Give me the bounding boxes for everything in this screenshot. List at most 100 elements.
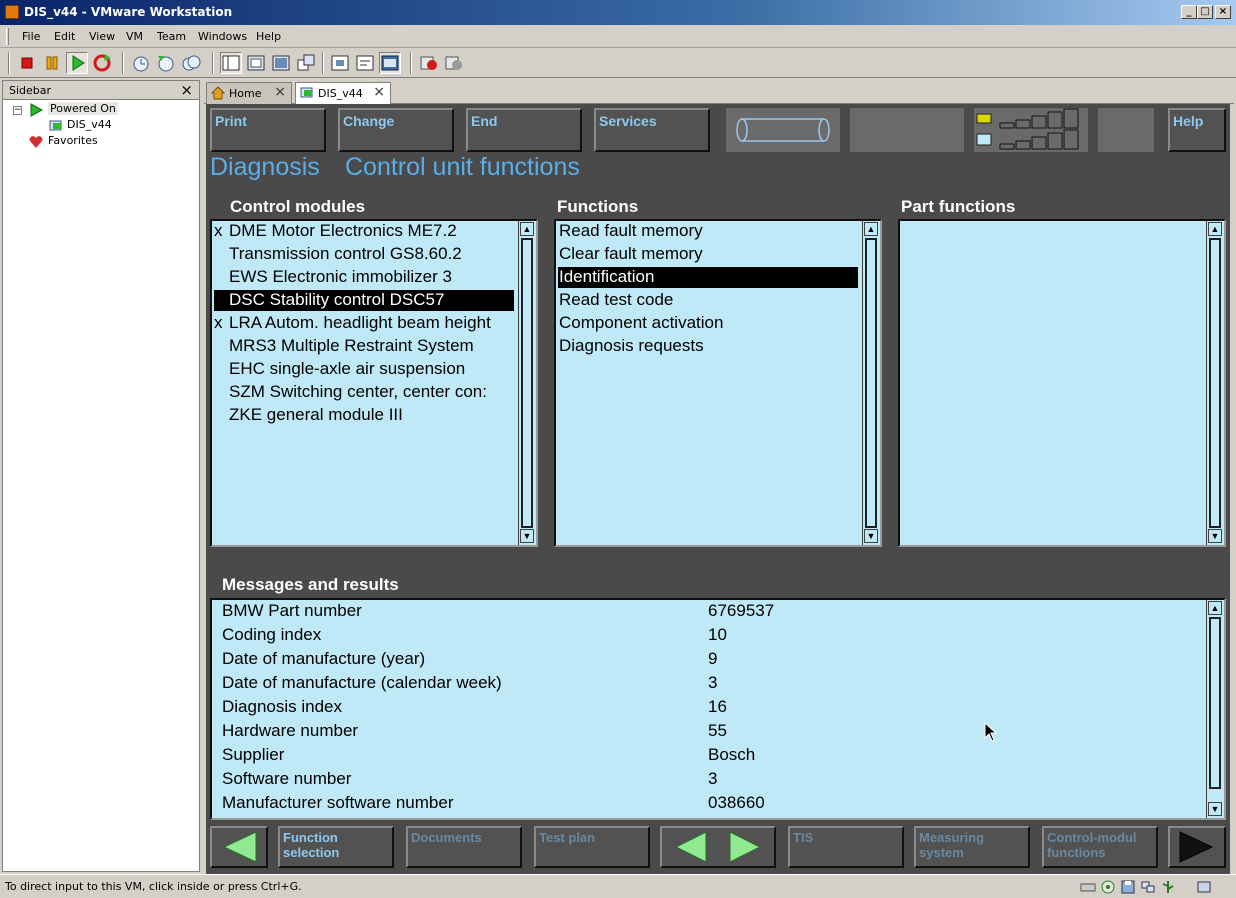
tis-button[interactable]: TIS [788,826,904,868]
list-item-selected[interactable]: Identification [558,267,858,288]
list-item[interactable]: MRS3 Multiple Restraint System [212,336,516,357]
list-item[interactable]: Read fault memory [556,221,860,242]
scroll-thumb[interactable] [865,238,877,528]
item-label: Clear fault memory [559,244,703,263]
menu-windows[interactable]: Windows [198,30,247,43]
list-item[interactable]: x DME Motor Electronics ME7.2 [212,221,516,242]
scroll-down-icon[interactable]: ▼ [1208,529,1222,543]
list-item[interactable]: x LRA Autom. headlight beam height [212,313,516,334]
collapse-expander-icon[interactable]: − [13,106,22,115]
scrollbar[interactable]: ▲ ▼ [862,221,880,545]
sidebar-item-vm[interactable]: DIS_v44 [49,118,189,134]
list-item[interactable]: EWS Electronic immobilizer 3 [212,267,516,288]
scroll-up-icon[interactable]: ▲ [1208,601,1222,615]
close-tab-icon[interactable]: × [373,84,385,100]
back-arrow-button[interactable] [210,826,268,868]
page-navigation-button[interactable] [660,826,776,868]
scroll-up-icon[interactable]: ▲ [1208,222,1222,236]
sidebar-item-favorites[interactable]: Favorites [29,134,189,150]
menu-view[interactable]: View [89,30,115,43]
scroll-thumb[interactable] [1209,238,1221,528]
record-icon[interactable] [418,52,440,74]
snapshot-manager-icon[interactable] [180,52,202,74]
revert-snapshot-icon[interactable] [155,52,177,74]
maximize-button[interactable]: □ [1197,5,1213,19]
title-bar[interactable]: DIS_v44 - VMware Workstation _ □ × [0,0,1236,25]
scroll-up-icon[interactable]: ▲ [520,222,534,236]
end-button[interactable]: End [466,108,582,152]
sidebar-panel: Sidebar × − Powered On DIS_v44 Favorites [2,80,200,872]
scroll-thumb[interactable] [521,238,533,528]
result-row: Coding index 10 [212,625,1202,649]
part-functions-list[interactable]: ▲ ▼ [898,219,1226,547]
toolbar-separator [410,52,412,74]
tab-home[interactable]: Home × [206,82,292,104]
network-icon[interactable] [1140,880,1156,894]
print-button[interactable]: Print [210,108,326,152]
sidebar-item-label: DIS_v44 [67,118,112,131]
snapshot-icon[interactable] [130,52,152,74]
list-item[interactable]: EHC single-axle air suspension [212,359,516,380]
control-module-functions-button[interactable]: Control-modul functions [1042,826,1158,868]
list-item[interactable]: Component activation [556,313,860,334]
list-item[interactable]: Diagnosis requests [556,336,860,357]
test-plan-button[interactable]: Test plan [534,826,650,868]
scroll-down-icon[interactable]: ▼ [864,529,878,543]
menu-edit[interactable]: Edit [54,30,75,43]
help-button[interactable]: Help [1168,108,1226,152]
scroll-down-icon[interactable]: ▼ [1208,802,1222,816]
result-value: 3 [708,673,718,692]
function-selection-button[interactable]: Function selection [278,826,394,868]
list-item-selected[interactable]: DSC Stability control DSC57 [214,290,514,311]
list-item[interactable]: ZKE general module III [212,405,516,426]
sidebar-item-powered-on[interactable]: Powered On [29,102,189,118]
menu-file[interactable]: File [22,30,40,43]
fullscreen-icon[interactable] [270,52,292,74]
replay-icon[interactable] [443,52,465,74]
menu-help[interactable]: Help [256,30,281,43]
messages-results-panel[interactable]: BMW Part number 6769537 Coding index 10 Da… [210,598,1226,820]
usb-icon[interactable] [1160,880,1176,894]
list-item[interactable]: SZM Switching center, center con: [212,382,516,403]
quick-switch-icon[interactable] [245,52,267,74]
measuring-system-button[interactable]: Measuring system [914,826,1030,868]
scrollbar[interactable]: ▲ ▼ [1206,600,1224,818]
item-label: DSC Stability control DSC57 [229,290,445,309]
close-button[interactable]: × [1215,5,1231,19]
menu-team[interactable]: Team [157,30,186,43]
scroll-down-icon[interactable]: ▼ [520,529,534,543]
list-item[interactable]: Transmission control GS8.60.2 [212,244,516,265]
hard-disk-icon[interactable] [1080,880,1096,894]
unity-icon[interactable] [295,52,317,74]
message-log-icon[interactable] [1196,880,1212,894]
control-modules-list[interactable]: x DME Motor Electronics ME7.2 Transmissio… [210,219,538,547]
suspend-icon[interactable] [41,52,63,74]
vm-console[interactable]: Print Change End Services Help Diagnosis… [206,104,1230,874]
sidebar-toggle-icon[interactable] [220,52,242,74]
status-bar: To direct input to this VM, click inside… [0,874,1236,898]
minimize-button[interactable]: _ [1181,5,1197,19]
functions-list[interactable]: Read fault memory Clear fault memory Ide… [554,219,882,547]
console-icon[interactable] [354,52,376,74]
documents-button[interactable]: Documents [406,826,522,868]
cd-rom-icon[interactable] [1100,880,1116,894]
menu-vm[interactable]: VM [126,30,143,43]
services-button[interactable]: Services [594,108,710,152]
reset-icon[interactable] [91,52,113,74]
floppy-icon[interactable] [1120,880,1136,894]
list-item[interactable]: Clear fault memory [556,244,860,265]
scroll-up-icon[interactable]: ▲ [864,222,878,236]
close-tab-icon[interactable]: × [274,84,286,100]
scrollbar[interactable]: ▲ ▼ [518,221,536,545]
power-on-icon[interactable] [66,52,88,74]
sidebar-close-icon[interactable]: × [180,81,193,99]
tab-dis-v44[interactable]: DIS_v44 × [295,82,391,105]
appliance-view-icon[interactable] [379,52,401,74]
list-item[interactable]: Read test code [556,290,860,311]
change-button[interactable]: Change [338,108,454,152]
summary-icon[interactable] [329,52,351,74]
forward-arrow-button[interactable] [1168,826,1226,868]
scroll-thumb[interactable] [1209,617,1221,789]
scrollbar[interactable]: ▲ ▼ [1206,221,1224,545]
power-off-icon[interactable] [16,52,38,74]
